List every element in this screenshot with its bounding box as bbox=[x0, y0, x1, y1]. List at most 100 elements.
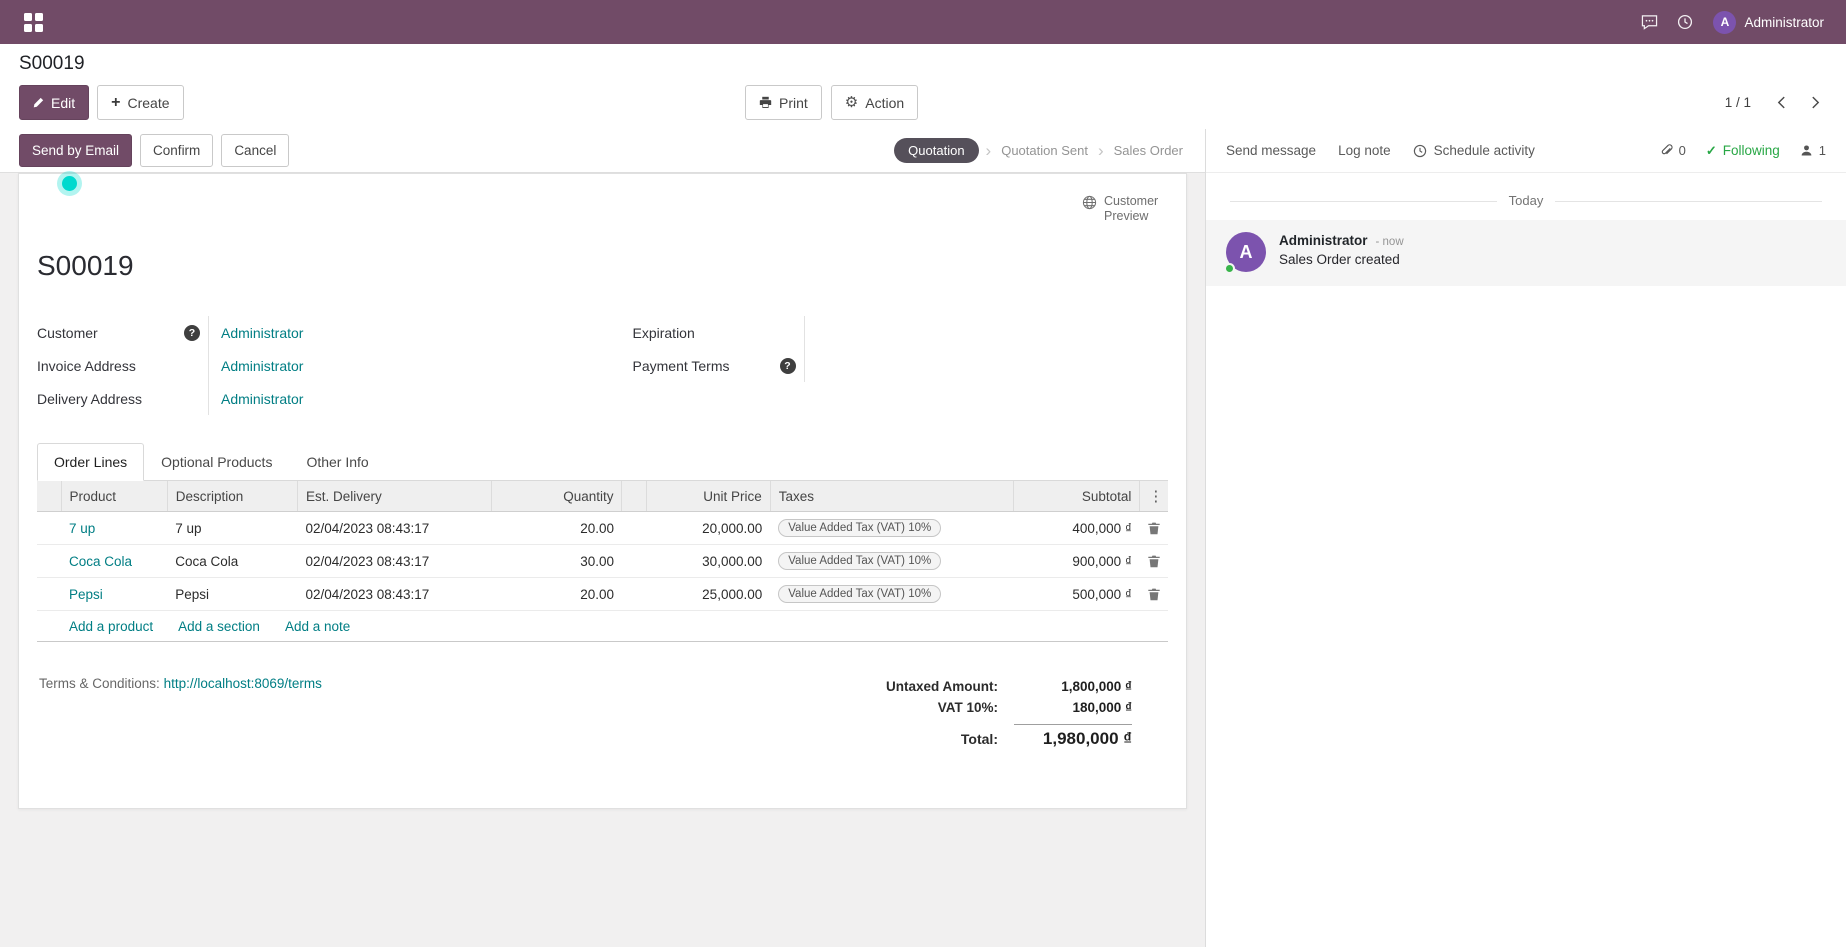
breadcrumb[interactable]: S00019 bbox=[19, 53, 1827, 75]
customer-field-value[interactable]: Administrator bbox=[221, 325, 303, 341]
customer-preview-link[interactable]: Customer Preview bbox=[1082, 194, 1170, 224]
row-handle[interactable] bbox=[37, 512, 61, 545]
add-section-link[interactable]: Add a section bbox=[178, 619, 260, 634]
order-line-row[interactable]: Pepsi Pepsi 02/04/2023 08:43:17 20.00 25… bbox=[37, 578, 1168, 611]
attachments-button[interactable]: 0 bbox=[1660, 143, 1686, 158]
gear-icon: ⚙ bbox=[845, 95, 858, 110]
terms-link[interactable]: http://localhost:8069/terms bbox=[164, 676, 322, 691]
customer-preview-label: Customer Preview bbox=[1104, 194, 1170, 224]
message-author[interactable]: Administrator bbox=[1279, 233, 1368, 248]
state-quotation[interactable]: Quotation bbox=[894, 138, 978, 163]
row-handle[interactable] bbox=[37, 578, 61, 611]
followers-button[interactable]: 1 bbox=[1800, 143, 1826, 158]
control-panel-buttons: Edit + Create bbox=[19, 85, 1827, 120]
spacer-cell bbox=[622, 512, 646, 545]
create-button[interactable]: + Create bbox=[97, 85, 183, 120]
print-button[interactable]: Print bbox=[745, 85, 822, 120]
subtotal-cell: 500,000 ₫ bbox=[1014, 578, 1140, 611]
column-taxes[interactable]: Taxes bbox=[770, 481, 1013, 512]
add-product-link[interactable]: Add a product bbox=[69, 619, 153, 634]
column-subtotal[interactable]: Subtotal bbox=[1014, 481, 1140, 512]
pager-next-button[interactable] bbox=[1803, 89, 1827, 117]
tax-badge: Value Added Tax (VAT) 10% bbox=[778, 585, 941, 603]
chat-bubble-icon bbox=[1641, 14, 1658, 30]
column-description[interactable]: Description bbox=[167, 481, 297, 512]
description-cell: Coca Cola bbox=[167, 545, 297, 578]
delivery-address-field: Delivery Address Administrator bbox=[37, 382, 573, 415]
column-est-delivery[interactable]: Est. Delivery bbox=[297, 481, 491, 512]
column-unit-price[interactable]: Unit Price bbox=[646, 481, 770, 512]
attachment-count: 0 bbox=[1679, 143, 1686, 158]
schedule-activity-button[interactable]: Schedule activity bbox=[1413, 143, 1535, 158]
payment-terms-field-value[interactable] bbox=[805, 349, 817, 382]
action-button[interactable]: ⚙ Action bbox=[831, 85, 918, 120]
pencil-icon bbox=[33, 97, 44, 108]
pager: 1 / 1 bbox=[1725, 85, 1827, 120]
tab-order-lines[interactable]: Order Lines bbox=[37, 443, 144, 481]
delete-row-button[interactable] bbox=[1148, 522, 1160, 535]
product-link[interactable]: Pepsi bbox=[69, 587, 103, 602]
onboarding-indicator[interactable] bbox=[62, 176, 77, 191]
printer-icon bbox=[759, 96, 772, 109]
control-panel: S00019 Edit + Create Print ⚙ Action 1 / … bbox=[0, 44, 1846, 129]
edit-button[interactable]: Edit bbox=[19, 85, 89, 120]
help-icon[interactable]: ? bbox=[184, 325, 200, 341]
trash-icon bbox=[1148, 555, 1160, 568]
state-quotation-sent[interactable]: Quotation Sent bbox=[998, 143, 1091, 158]
invoice-address-field-value[interactable]: Administrator bbox=[221, 358, 303, 374]
cancel-button[interactable]: Cancel bbox=[221, 134, 289, 167]
follower-count: 1 bbox=[1819, 143, 1826, 158]
tab-optional-products[interactable]: Optional Products bbox=[144, 443, 289, 481]
delete-row-button[interactable] bbox=[1148, 588, 1160, 601]
product-link[interactable]: Coca Cola bbox=[69, 554, 132, 569]
quantity-cell: 20.00 bbox=[492, 578, 622, 611]
table-header-row: Product Description Est. Delivery Quanti… bbox=[37, 481, 1168, 512]
clock-icon bbox=[1677, 14, 1693, 30]
sheet-footer: Terms & Conditions: http://localhost:806… bbox=[37, 676, 1168, 752]
pager-count: 1 / 1 bbox=[1725, 95, 1751, 110]
send-by-email-button[interactable]: Send by Email bbox=[19, 134, 132, 167]
column-spacer bbox=[622, 481, 646, 512]
user-icon bbox=[1800, 144, 1813, 157]
total-label: Total: bbox=[961, 731, 998, 747]
log-note-button[interactable]: Log note bbox=[1338, 143, 1391, 158]
payment-terms-field-label: Payment Terms bbox=[633, 358, 730, 374]
message-time: - now bbox=[1376, 236, 1404, 248]
add-note-link[interactable]: Add a note bbox=[285, 619, 350, 634]
product-link[interactable]: 7 up bbox=[69, 521, 95, 536]
customer-field: Customer ? Administrator bbox=[37, 316, 573, 349]
action-menus: Print ⚙ Action bbox=[745, 85, 918, 120]
tab-other-info[interactable]: Other Info bbox=[289, 443, 385, 481]
activities-button[interactable] bbox=[1667, 4, 1703, 40]
help-icon[interactable]: ? bbox=[780, 358, 796, 374]
order-line-row[interactable]: 7 up 7 up 02/04/2023 08:43:17 20.00 20,0… bbox=[37, 512, 1168, 545]
untaxed-amount-value: 1,800,000 ₫ bbox=[1014, 679, 1132, 694]
message-content: Administrator - now Sales Order created bbox=[1279, 232, 1404, 272]
state-sales-order[interactable]: Sales Order bbox=[1111, 143, 1186, 158]
delete-row-button[interactable] bbox=[1148, 555, 1160, 568]
following-label: Following bbox=[1723, 143, 1780, 158]
delivery-address-field-value[interactable]: Administrator bbox=[221, 391, 303, 407]
send-message-button[interactable]: Send message bbox=[1226, 143, 1316, 158]
column-product[interactable]: Product bbox=[61, 481, 167, 512]
expiration-field-value[interactable] bbox=[805, 316, 817, 349]
confirm-button[interactable]: Confirm bbox=[140, 134, 213, 167]
column-quantity[interactable]: Quantity bbox=[492, 481, 622, 512]
print-button-label: Print bbox=[779, 95, 808, 111]
user-menu[interactable]: A Administrator bbox=[1703, 0, 1830, 44]
untaxed-amount-row: Untaxed Amount: 1,800,000 ₫ bbox=[886, 676, 1132, 697]
chatter-message[interactable]: A Administrator - now Sales Order create… bbox=[1206, 220, 1846, 286]
order-line-row[interactable]: Coca Cola Coca Cola 02/04/2023 08:43:17 … bbox=[37, 545, 1168, 578]
quantity-cell: 20.00 bbox=[492, 512, 622, 545]
row-handle[interactable] bbox=[37, 545, 61, 578]
optional-columns-button[interactable]: ⋮ bbox=[1148, 487, 1160, 505]
apps-menu-button[interactable] bbox=[16, 5, 50, 39]
following-button[interactable]: ✓ Following bbox=[1706, 143, 1780, 159]
notebook-tabs: Order Lines Optional Products Other Info bbox=[37, 443, 1168, 481]
top-navbar: A Administrator bbox=[0, 0, 1846, 44]
chatter-topbar: Send message Log note Schedule activity … bbox=[1206, 129, 1846, 173]
messages-button[interactable] bbox=[1631, 4, 1667, 40]
avatar-initial: A bbox=[1240, 242, 1253, 263]
pager-previous-button[interactable] bbox=[1769, 89, 1793, 117]
message-thread: Today A Administrator - now Sales Order … bbox=[1206, 173, 1846, 947]
